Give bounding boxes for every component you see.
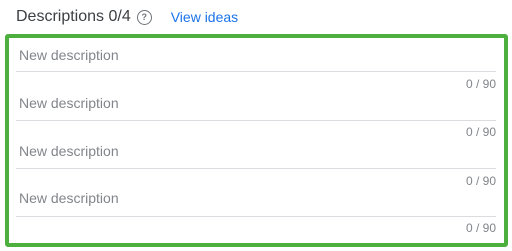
descriptions-section: Descriptions 0/4 ? View ideas 0 / 90 0 /… [0, 0, 512, 251]
help-circle-icon[interactable]: ? [136, 9, 152, 25]
field-divider [16, 71, 496, 72]
description-input-4[interactable] [16, 181, 496, 215]
view-ideas-link[interactable]: View ideas [171, 9, 238, 25]
section-header: Descriptions 0/4 ? View ideas [16, 6, 238, 28]
char-counter-4: 0 / 90 [465, 221, 496, 235]
description-input-3[interactable] [16, 134, 496, 168]
field-divider [16, 216, 496, 217]
section-title: Descriptions 0/4 [16, 8, 131, 25]
field-divider [16, 168, 496, 169]
field-divider [16, 120, 496, 121]
description-input-1[interactable] [16, 38, 496, 72]
highlight-frame: 0 / 90 0 / 90 0 / 90 0 / 90 [5, 34, 508, 247]
description-input-2[interactable] [16, 86, 496, 120]
